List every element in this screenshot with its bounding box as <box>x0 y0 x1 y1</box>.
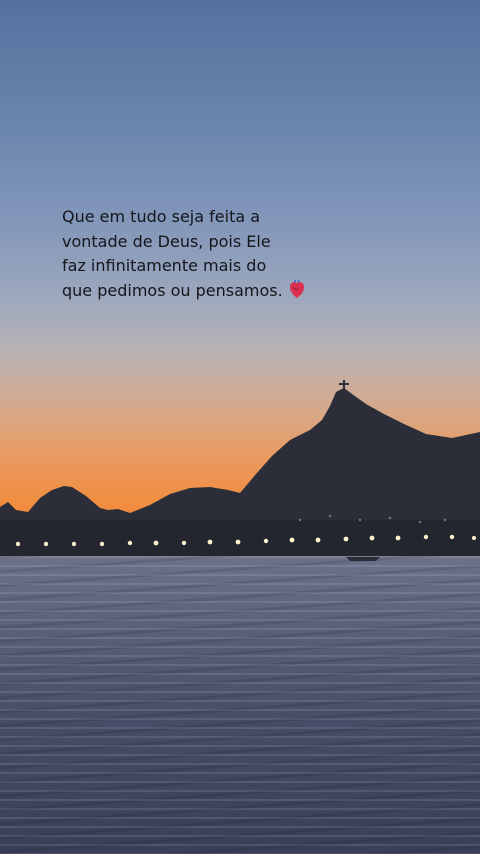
caption-line: vontade de Deus, pois Ele <box>62 231 271 251</box>
anatomical-heart-icon <box>289 279 305 307</box>
mountain-silhouette <box>0 380 480 560</box>
caption-line: Que em tudo seja feita a <box>62 207 261 226</box>
caption-line: faz infinitamente mais do <box>62 256 267 275</box>
caption-text: Que em tudo seja feita a vontade de Deus… <box>62 205 362 306</box>
caption-line-text: que pedimos ou pensamos. <box>62 280 283 300</box>
sea-water <box>0 556 480 854</box>
boat <box>346 557 380 561</box>
caption-line: que pedimos ou pensamos. <box>62 279 362 307</box>
photo-scene: Que em tudo seja feita a vontade de Deus… <box>0 0 480 854</box>
